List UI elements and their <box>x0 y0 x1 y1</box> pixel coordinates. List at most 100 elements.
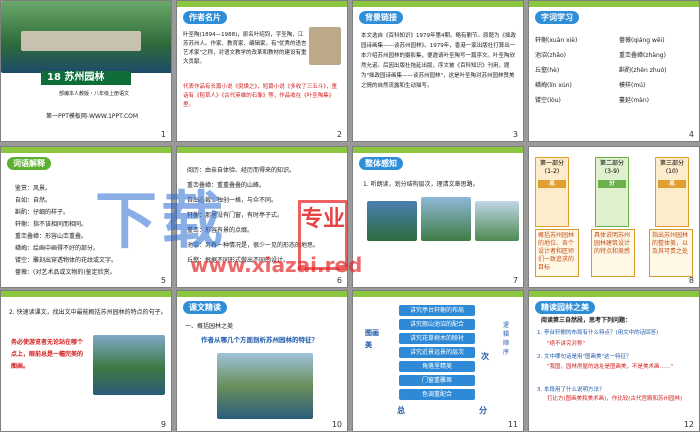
slide-prompt: 2. 快速读课文，找出文中最能概括苏州园林的特点的句子。 <box>9 309 167 316</box>
slide-header: 词语解释 <box>7 157 51 170</box>
feature-item: 色调重配合 <box>399 389 475 400</box>
part-range: (10) <box>665 168 679 175</box>
garden-photo <box>475 201 519 241</box>
author-portrait <box>309 27 341 65</box>
part-label: 分 <box>479 406 487 415</box>
top-stripe <box>177 147 347 153</box>
part-range: (3-9) <box>604 168 620 175</box>
vocab-list: 轩榭(xuān xiè) 池沼(zhǎo) 丘壑(hè) 嶙峋(lín xún)… <box>535 33 697 108</box>
slide-number: 5 <box>160 276 166 285</box>
author-works: 代表作品有长篇小说《倪焕之》，短篇小说《多收了三五斗》，童话有《稻草人》《古代英… <box>183 84 338 108</box>
vocab-item: 蔷薇(qiáng wēi) <box>619 37 665 44</box>
top-stripe <box>529 1 699 7</box>
intro-text: 阅读第三自然段，思考下列问题： <box>541 317 632 324</box>
top-stripe <box>177 291 347 297</box>
slide-thumbnail-4[interactable]: 字词学习 轩榭(xuān xiè) 池沼(zhǎo) 丘壑(hè) 嶙峋(lín… <box>528 0 700 142</box>
slide-number: 3 <box>512 130 518 139</box>
feature-item: 角落里精美 <box>399 361 475 372</box>
slide-header: 字词学习 <box>535 11 579 24</box>
top-stripe <box>177 1 347 7</box>
part-2-desc: 具体说明苏州园林建筑设计的特点和美感 <box>591 229 635 277</box>
total-label: 总 <box>397 406 405 415</box>
left-label: 图画美 <box>365 329 379 349</box>
background-text: 本文选自《百科知识》1979年第4期。略有删节。原题为《拙政园诗画集——谈苏州园… <box>361 33 516 89</box>
part-3-desc: 指出苏州园林的整体美，以及其可贵之处 <box>649 229 693 277</box>
vocab-item: 丘壑(hè) <box>535 67 560 74</box>
right-label: 逻辑顺序 <box>503 322 510 356</box>
top-stripe <box>1 147 171 153</box>
slide-number: 9 <box>160 420 166 429</box>
vocab-item: 模样(mú) <box>619 82 646 89</box>
question-2: 2. 文中哪句话是用"图画美"这一特征？ <box>537 354 632 360</box>
slide-number: 12 <box>683 420 694 429</box>
slide-sorter-grid: 18 苏州园林 部编本人教版・八年级上册语文 第一PPT模板网-WWW.1PPT… <box>0 0 700 432</box>
part-tag: 分 <box>598 180 626 188</box>
vocab-item: 重峦叠嶂(zhàng) <box>619 52 666 59</box>
slide-header: 背景链接 <box>359 11 403 24</box>
slide-subtitle: 部编本人教版・八年级上册语文 <box>59 91 130 97</box>
slide-footer: 第一PPT模板网-WWW.1PPT.COM <box>46 113 139 120</box>
term-item: 蔷薇：(对艺术品或文物的)鉴定欣赏。 <box>15 269 116 276</box>
garden-photo <box>421 197 471 241</box>
vocab-item: 嶙峋(lín xún) <box>535 82 572 89</box>
answer-3: 打比方(图画美和美术画)，作比较(古代宫殿和苏州园林) <box>547 396 683 402</box>
answer-1: "绝不讲究对称" <box>547 341 586 347</box>
vocab-item: 镂空(lòu) <box>535 97 561 104</box>
slide-thumbnail-7[interactable]: 整体感知 1. 听朗读，划分结构层次，理清文章思路。 7 <box>352 146 524 288</box>
slide-thumbnail-8[interactable]: 第一部分 (1-2) 总 第二部分 (3-9) 分 第三部分 (10) 总 概括… <box>528 146 700 288</box>
top-stripe <box>529 291 699 297</box>
garden-photo <box>93 335 165 395</box>
part-title: 第三部分 <box>659 160 684 167</box>
slide-header: 整体感知 <box>359 157 403 170</box>
vocab-item: 轩榭(xuān xiè) <box>535 37 578 44</box>
slide-number: 2 <box>336 130 342 139</box>
part-3-box: 第三部分 (10) 总 <box>655 157 689 227</box>
question-1: 1. 亭台轩榭的布局有什么特点？(用文中的话回答) <box>537 330 659 336</box>
section-title: 一、概括园林之美 <box>185 323 234 330</box>
answer-quote: 务必使游览者无论站在哪个点上，眼前总是一幅完美的图画。 <box>11 339 84 370</box>
pavilion-photo <box>217 353 313 419</box>
top-stripe <box>353 147 523 153</box>
slide-prompt: 1. 听朗读，划分结构层次，理清文章思路。 <box>363 181 479 188</box>
slide-number: 8 <box>688 276 694 285</box>
mid-label: 次 <box>481 352 489 361</box>
slide-title: 18 苏州园林 <box>41 71 131 85</box>
slide-header: 作者名片 <box>183 11 227 24</box>
part-1-desc: 概括苏州园林的地位、各个设计者和匠师们一致追求的目标 <box>535 229 579 277</box>
watermark-text: 下载 <box>95 184 228 257</box>
part-2-box: 第二部分 (3-9) 分 <box>595 157 629 227</box>
feature-item: 讲究假山池沼的配合 <box>399 319 475 330</box>
vocab-item: 蔓延(màn) <box>619 97 650 104</box>
author-bio: 叶圣陶(1894—1988)，原名叶绍钧，字圣陶，江苏苏州人。作家、教育家、编辑… <box>183 32 307 65</box>
slide-thumbnail-9[interactable]: 2. 快速读课文，找出文中最能概括苏州园林的特点的句子。 务必使游览者无论站在哪… <box>0 290 172 432</box>
slide-number: 6 <box>336 276 342 285</box>
slide-thumbnail-11[interactable]: 图画美 讲究亭台轩榭的布局 讲究假山池沼的配合 讲究花草树木的映衬 讲究近景远景… <box>352 290 524 432</box>
top-stripe <box>1 291 171 297</box>
question-text: 作者从哪几个方面剖析苏州园林的特征？ <box>201 336 318 344</box>
part-title: 第二部分 <box>599 160 624 167</box>
slide-number: 4 <box>688 130 694 139</box>
top-stripe <box>353 1 523 7</box>
slide-thumbnail-2[interactable]: 作者名片 叶圣陶(1894—1988)，原名叶绍钧，字圣陶，江苏苏州人。作家、教… <box>176 0 348 142</box>
slide-number: 11 <box>507 420 518 429</box>
slide-thumbnail-10[interactable]: 课文精读 一、概括园林之美 作者从哪几个方面剖析苏州园林的特征？ 10 <box>176 290 348 432</box>
slide-number: 1 <box>160 130 166 139</box>
slide-header: 课文精读 <box>183 301 227 314</box>
slide-number: 7 <box>512 276 518 285</box>
part-title: 第一部分 <box>539 160 564 167</box>
slide-number: 10 <box>331 420 342 429</box>
feature-item: 讲究花草树木的映衬 <box>399 333 475 344</box>
vocab-item: 池沼(zhǎo) <box>535 52 566 59</box>
garden-photo <box>367 201 417 241</box>
part-range: (1-2) <box>544 168 560 175</box>
slide-thumbnail-12[interactable]: 精读园林之美 阅读第三自然段，思考下列问题： 1. 亭台轩榭的布局有什么特点？(… <box>528 290 700 432</box>
answer-2: "我国，园林房屋的选址是图画美，不是美术画……" <box>547 364 674 370</box>
vocab-item: 斟酌(zhēn zhuó) <box>619 67 667 74</box>
top-stripe <box>353 291 523 297</box>
slide-thumbnail-1[interactable]: 18 苏州园林 部编本人教版・八年级上册语文 第一PPT模板网-WWW.1PPT… <box>0 0 172 142</box>
feature-item: 讲究近景远景的层次 <box>399 347 475 358</box>
part-1-box: 第一部分 (1-2) 总 <box>535 157 569 227</box>
feature-item: 讲究亭台轩榭的布局 <box>399 305 475 316</box>
slide-thumbnail-3[interactable]: 背景链接 本文选自《百科知识》1979年第4期。略有删节。原题为《拙政园诗画集—… <box>352 0 524 142</box>
part-tag: 总 <box>538 180 566 188</box>
